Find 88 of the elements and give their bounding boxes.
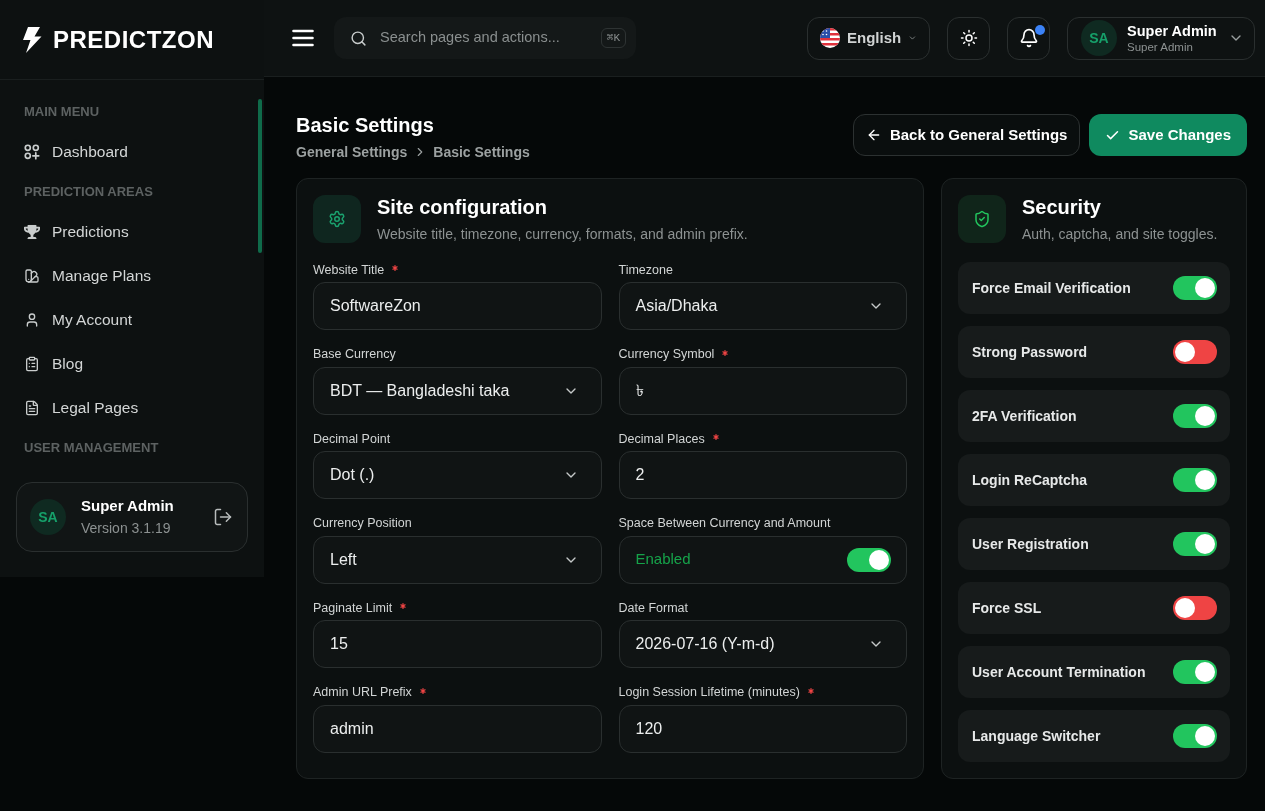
user-icon [24, 312, 40, 328]
bell-icon [1018, 28, 1039, 48]
toggle-switch[interactable] [1173, 276, 1217, 300]
clipboard-list-icon [24, 356, 40, 372]
nav-section-heading: MAIN MENU [24, 103, 100, 122]
card-title: Security [1022, 195, 1101, 219]
field-label: Space Between Currency and Amount [618, 515, 831, 533]
shortcut-key: ⌘K [600, 28, 626, 48]
card-subtitle: Website title, timezone, currency, formats, and admin prefix. [377, 225, 748, 244]
toggle-switch[interactable] [1173, 596, 1217, 620]
setting-label: Force SSL [972, 598, 1042, 618]
setting-label: 2FA Verification [972, 406, 1077, 426]
toggle-switch[interactable] [1173, 404, 1217, 428]
flag-icon [820, 28, 840, 48]
notifications-button[interactable] [1007, 16, 1050, 60]
circles-grid-icon [24, 144, 40, 160]
language-selector[interactable]: English [807, 16, 930, 60]
save-button[interactable]: Save Changes [1089, 114, 1247, 156]
setting-label: User Registration [972, 534, 1089, 554]
field-label: Decimal Point [313, 430, 391, 448]
avatar: SA [1081, 20, 1117, 56]
setting-label: Login ReCaptcha [972, 470, 1088, 490]
setting-label: User Account Termination [972, 662, 1146, 682]
setting-label: Strong Password [972, 342, 1088, 362]
menu-icon[interactable] [292, 29, 314, 47]
logout-icon[interactable] [213, 507, 233, 527]
swatch-book-icon [24, 268, 40, 284]
user-role: Super Admin [1127, 39, 1193, 55]
lightning-bolt-logo-icon [22, 26, 42, 53]
field-label: Admin URL Prefix [313, 684, 412, 702]
text-input[interactable]: 120 [618, 704, 907, 753]
theme-toggle-button[interactable] [947, 16, 990, 60]
nav-item[interactable]: Legal Pages [0, 386, 254, 430]
user-menu-button[interactable]: SA Super Admin Super Admin [1067, 16, 1255, 60]
field-label: Login Session Lifetime (minutes) [618, 684, 800, 702]
page-title: Basic Settings [296, 113, 434, 138]
search-field[interactable]: Search pages and actions... ⌘K [334, 17, 636, 59]
nav-item[interactable]: Dashboard [0, 130, 254, 174]
field-label: Website Title [313, 261, 385, 279]
text-input[interactable]: 15 [313, 620, 602, 668]
gear-icon [328, 210, 346, 228]
setting-label: Force Email Verification [972, 278, 1131, 298]
select-field[interactable]: Dot (.) [313, 451, 602, 499]
field-label: Date Format [618, 599, 688, 617]
breadcrumb-current: Basic Settings [433, 142, 530, 162]
text-input[interactable]: ৳ [618, 366, 907, 415]
user-name: Super Admin [81, 496, 174, 516]
card-title: Site configuration [377, 195, 547, 219]
card-subtitle: Auth, captcha, and site toggles. [1022, 225, 1218, 244]
avatar: SA [30, 499, 66, 535]
breadcrumb-link[interactable]: General Settings [296, 141, 408, 163]
user-name: Super Admin [1127, 21, 1217, 40]
field-label: Currency Symbol [618, 346, 715, 364]
field-label: Decimal Places [618, 430, 705, 448]
nav-item[interactable]: Predictions [0, 210, 254, 254]
shield-check-icon [973, 210, 991, 228]
field-label: Timezone [618, 261, 673, 279]
document-icon [24, 400, 40, 416]
back-button[interactable]: Back to General Settings [852, 114, 1081, 156]
setting-label: Language Switcher [972, 726, 1101, 746]
text-input[interactable]: 2 [618, 451, 907, 499]
text-input[interactable]: SoftwareZon [313, 282, 602, 330]
text-input[interactable]: admin [313, 704, 602, 753]
select-field[interactable]: Left [313, 535, 602, 584]
sun-icon [959, 29, 978, 47]
version-text: Version 3.1.19 [81, 519, 171, 538]
toggle-switch[interactable] [1173, 660, 1217, 684]
nav-item[interactable]: Blog [0, 342, 254, 386]
select-field[interactable]: BDT — Bangladeshi taka [313, 366, 602, 415]
nav-section-heading: USER MANAGEMENT [24, 439, 159, 458]
toggle-status-text: Enabled [635, 549, 691, 570]
select-field[interactable]: Asia/Dhaka [618, 282, 907, 330]
scrollbar-thumb[interactable] [258, 99, 262, 253]
toggle-switch[interactable] [1173, 468, 1217, 492]
field-label: Currency Position [313, 515, 412, 533]
select-field[interactable]: 2026-07-16 (Y-m-d) [618, 620, 907, 668]
trophy-icon [24, 224, 40, 240]
nav-section-heading: PREDICTION AREAS [24, 183, 153, 202]
nav-item[interactable]: My Account [0, 298, 254, 342]
field-label: Base Currency [313, 346, 396, 364]
field-label: Paginate Limit [313, 599, 393, 617]
logo-text: PREDICTZON [53, 24, 214, 55]
toggle-switch[interactable] [1173, 532, 1217, 556]
toggle-switch[interactable] [1173, 724, 1217, 748]
toggle-switch[interactable] [1173, 340, 1217, 364]
toggle-switch[interactable] [847, 547, 891, 572]
nav-item[interactable]: Manage Plans [0, 254, 254, 298]
search-icon [350, 29, 367, 47]
